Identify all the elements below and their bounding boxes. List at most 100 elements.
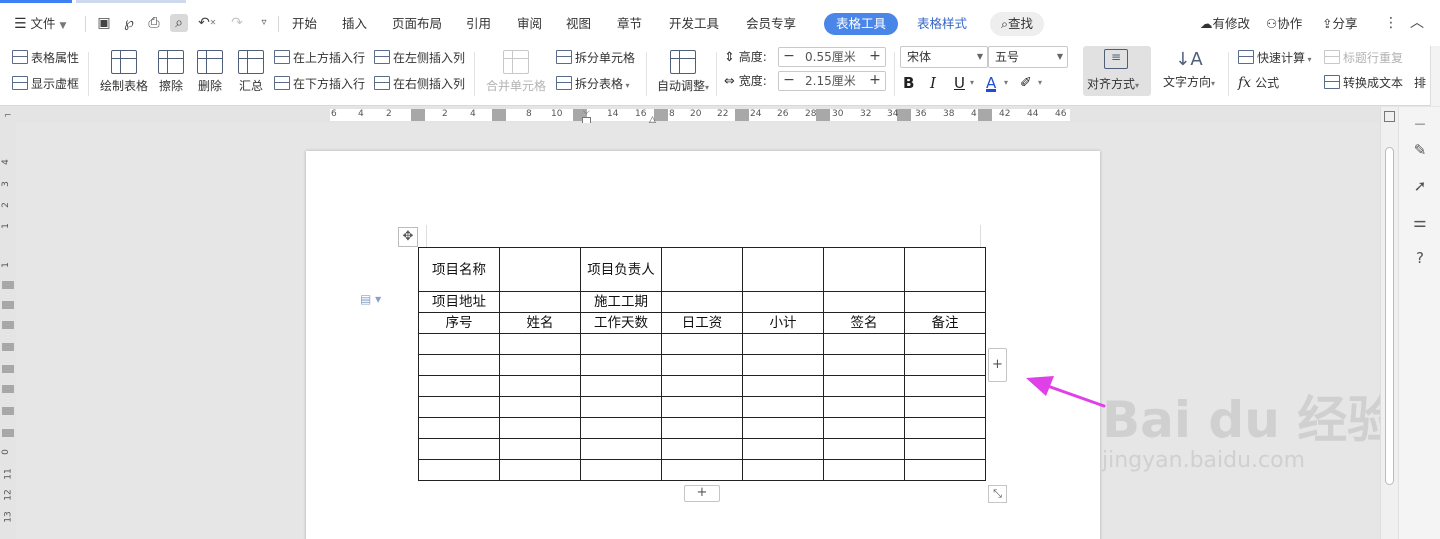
table-cell[interactable]: 姓名 xyxy=(499,312,581,334)
collaborate-button[interactable]: ⚇协作 xyxy=(1266,14,1302,34)
tab-references[interactable]: 引用 xyxy=(466,14,491,34)
table-cell[interactable] xyxy=(580,396,662,418)
table-cell[interactable] xyxy=(904,417,986,439)
convert-to-text-button[interactable]: 转换成文本 xyxy=(1324,74,1403,92)
quick-calc-button[interactable]: 快速计算 ▾ xyxy=(1238,49,1312,67)
table-cell[interactable] xyxy=(661,396,743,418)
scrollbar-thumb[interactable] xyxy=(1385,147,1394,485)
tab-page-layout[interactable]: 页面布局 xyxy=(392,14,442,34)
minus-icon[interactable]: − xyxy=(779,72,799,90)
row-marker[interactable] xyxy=(2,407,14,415)
column-marker[interactable] xyxy=(735,109,749,121)
minus-icon[interactable]: − xyxy=(779,48,799,66)
format-painter-icon[interactable]: ℘ xyxy=(120,14,138,32)
insert-row-below-button[interactable]: 在下方插入行 xyxy=(274,75,365,93)
vertical-ruler[interactable]: 4 3 2 1 1 0 11 12 13 xyxy=(0,123,16,539)
tab-member[interactable]: 会员专享 xyxy=(746,14,796,34)
column-marker[interactable] xyxy=(978,109,992,121)
table-cell[interactable] xyxy=(904,375,986,397)
row-marker[interactable] xyxy=(2,301,14,309)
table-cell[interactable] xyxy=(823,459,905,481)
table-cell[interactable] xyxy=(742,396,824,418)
row-marker[interactable] xyxy=(2,365,14,373)
table-cell[interactable]: 小计 xyxy=(742,312,824,334)
customize-toolbar-icon[interactable]: ▿ xyxy=(255,14,273,32)
table-cell[interactable] xyxy=(742,459,824,481)
table-cell[interactable] xyxy=(823,417,905,439)
table-cell[interactable] xyxy=(580,354,662,376)
indent-marker-icon[interactable]: ⌵ xyxy=(583,107,590,117)
tab-insert[interactable]: 插入 xyxy=(342,14,367,34)
table-cell[interactable] xyxy=(580,438,662,460)
bold-button[interactable]: B xyxy=(903,73,914,93)
table-cell[interactable] xyxy=(499,459,581,481)
collapse-icon[interactable]: — xyxy=(1409,113,1431,135)
row-marker[interactable] xyxy=(2,321,14,329)
table-cell[interactable] xyxy=(580,417,662,439)
paragraph-options-icon[interactable]: ▤ ▾ xyxy=(360,292,381,306)
settings-sliders-icon[interactable]: ⚌ xyxy=(1409,211,1431,233)
vertical-scrollbar[interactable] xyxy=(1380,107,1398,539)
table-cell[interactable] xyxy=(823,396,905,418)
table-cell[interactable] xyxy=(661,247,743,292)
row-marker[interactable] xyxy=(2,281,14,289)
table-cell[interactable] xyxy=(823,333,905,355)
table-cell[interactable] xyxy=(499,417,581,439)
table-cell[interactable] xyxy=(661,354,743,376)
column-marker[interactable] xyxy=(897,109,911,121)
table-cell[interactable]: 日工资 xyxy=(661,312,743,334)
table-cell[interactable] xyxy=(904,438,986,460)
table-cell[interactable]: 施工工期 xyxy=(580,291,662,313)
erase-button[interactable]: 擦除 xyxy=(156,50,186,94)
table-cell[interactable] xyxy=(661,333,743,355)
tab-view[interactable]: 视图 xyxy=(566,14,591,34)
table-cell[interactable] xyxy=(742,333,824,355)
table-cell[interactable]: 项目名称 xyxy=(418,247,500,292)
table-cell[interactable] xyxy=(418,333,500,355)
has-changes-button[interactable]: ☁有修改 xyxy=(1200,14,1250,34)
table-cell[interactable]: 序号 xyxy=(418,312,500,334)
table-cell[interactable] xyxy=(499,438,581,460)
table-cell[interactable] xyxy=(418,459,500,481)
table-cell[interactable] xyxy=(499,396,581,418)
table-cell[interactable]: 备注 xyxy=(904,312,986,334)
table-cell[interactable] xyxy=(742,417,824,439)
auto-fit-button[interactable]: 自动调整▾ xyxy=(654,50,712,94)
tab-chapter[interactable]: 章节 xyxy=(617,14,642,34)
summary-button[interactable]: 汇总 xyxy=(236,50,266,94)
table-cell[interactable] xyxy=(823,354,905,376)
column-marker[interactable] xyxy=(654,109,668,121)
table-cell[interactable] xyxy=(823,438,905,460)
tab-review[interactable]: 审阅 xyxy=(517,14,542,34)
table-cell[interactable] xyxy=(580,375,662,397)
font-name-select[interactable]: 宋体 ▼ xyxy=(900,46,988,68)
horizontal-ruler[interactable]: ⌐ ⌵ △ 6 4 2 2 4 8 10 14 16 8 20 22 24 26… xyxy=(0,107,1380,125)
table-cell[interactable] xyxy=(418,438,500,460)
split-table-button[interactable]: 拆分表格 ▾ xyxy=(556,75,630,93)
select-cursor-icon[interactable]: ➚ xyxy=(1409,175,1431,197)
add-column-button[interactable]: + xyxy=(988,348,1007,382)
save-icon[interactable]: ▣ xyxy=(95,14,113,32)
undo-dropdown-icon[interactable]: ✕ xyxy=(208,14,218,32)
chevron-down-icon[interactable]: ▾ xyxy=(1038,73,1042,93)
file-menu[interactable]: ☰ 文件 ▼ xyxy=(14,14,66,34)
print-icon[interactable]: ⎙ xyxy=(145,14,163,32)
col-width-stepper[interactable]: − 2.15厘米 + xyxy=(778,71,886,91)
table-cell[interactable] xyxy=(499,333,581,355)
table-cell[interactable] xyxy=(904,396,986,418)
repeat-header-button[interactable]: 标题行重复 xyxy=(1324,49,1403,67)
tab-start[interactable]: 开始 xyxy=(292,14,317,34)
table-cell[interactable] xyxy=(904,247,986,292)
font-size-select[interactable]: 五号 ▼ xyxy=(988,46,1068,68)
table-properties-button[interactable]: 表格属性 xyxy=(12,49,79,67)
table-move-handle[interactable]: ✥ xyxy=(398,227,418,247)
text-direction-button[interactable]: ↓A 文字方向▾ xyxy=(1158,46,1220,90)
table-cell[interactable] xyxy=(661,291,743,313)
table-cell[interactable] xyxy=(661,438,743,460)
formula-button[interactable]: fx 公式 xyxy=(1238,74,1279,92)
help-icon[interactable]: ? xyxy=(1409,247,1431,269)
insert-col-left-button[interactable]: 在左侧插入列 xyxy=(374,49,465,67)
table-cell[interactable]: 项目负责人 xyxy=(580,247,662,292)
table-cell[interactable]: 工作天数 xyxy=(580,312,662,334)
table-cell[interactable] xyxy=(904,333,986,355)
